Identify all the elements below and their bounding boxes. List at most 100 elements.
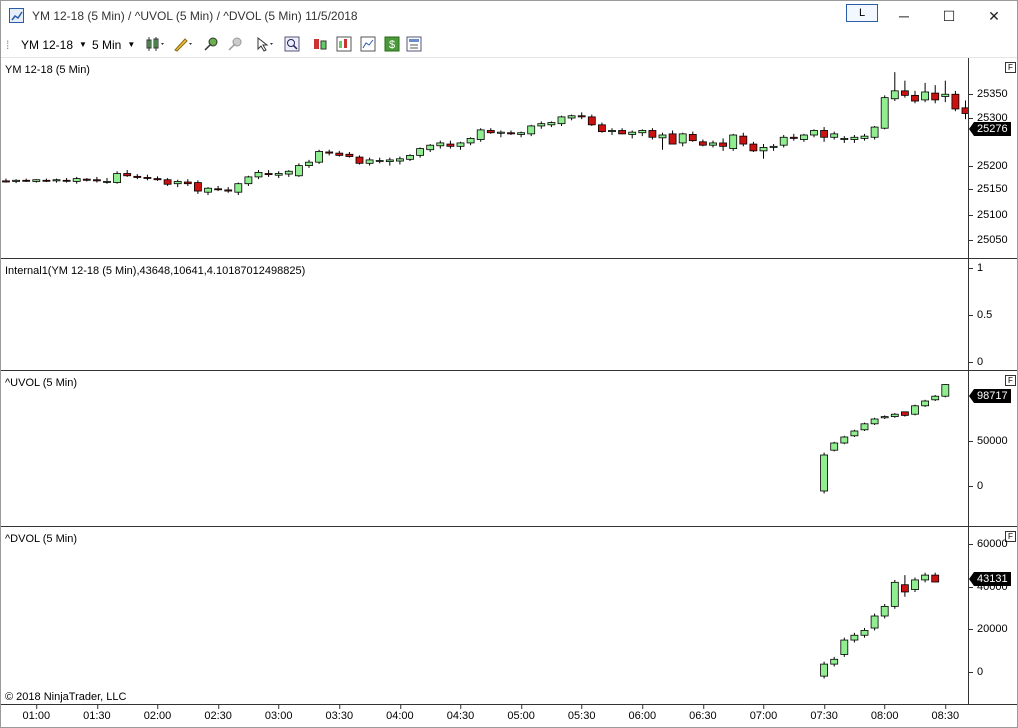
candle — [951, 90, 960, 112]
candle-body — [729, 134, 738, 149]
candle — [315, 149, 324, 164]
candle-body — [2, 180, 10, 183]
candle-body — [870, 615, 879, 629]
candle — [709, 140, 717, 148]
candle — [870, 125, 879, 140]
candle — [890, 579, 899, 609]
candle-body — [941, 93, 950, 97]
candle-body — [365, 159, 374, 164]
candle-body — [103, 181, 111, 183]
candle — [234, 182, 243, 196]
y-tick-label: 0 — [968, 356, 984, 368]
candle — [507, 130, 515, 136]
candle — [345, 151, 354, 158]
candle — [244, 175, 253, 186]
candle-body — [567, 115, 576, 119]
candle — [12, 179, 21, 184]
candle-body — [12, 179, 21, 182]
candle — [830, 441, 839, 452]
close-button[interactable]: ✕ — [971, 1, 1017, 31]
uvol-axis[interactable]: F 50000 0 98717 — [968, 371, 1017, 527]
candle — [214, 185, 223, 192]
candle — [678, 132, 687, 147]
candle — [860, 133, 869, 141]
candle — [860, 422, 869, 431]
candle — [173, 179, 182, 188]
candle — [880, 95, 889, 130]
candle — [52, 178, 61, 183]
candle-body — [608, 130, 616, 133]
candle-body — [779, 136, 788, 146]
candle-body — [890, 90, 899, 100]
candle-body — [880, 97, 889, 129]
candle — [123, 170, 132, 177]
candle-body — [850, 634, 859, 641]
candle-body — [426, 144, 435, 151]
candle — [446, 140, 455, 149]
candle — [577, 112, 586, 120]
dvol-axis[interactable]: F 60000 40000 20000 0 43131 — [968, 527, 1017, 705]
candle — [466, 137, 475, 146]
candle-body — [133, 175, 142, 178]
x-tick-label: 04:30 — [446, 705, 475, 722]
y-tick-label: 25150 — [969, 183, 1008, 195]
candle-body — [860, 423, 869, 431]
y-tick-label: 25200 — [969, 160, 1008, 172]
candle-body — [82, 178, 91, 181]
candle — [32, 179, 41, 183]
candle — [93, 176, 101, 183]
candle — [62, 178, 71, 183]
candle — [587, 114, 596, 126]
internal-axis[interactable]: 1 0.5 0 — [968, 259, 1017, 371]
candle-body — [173, 181, 182, 185]
candle — [456, 141, 465, 150]
candle — [850, 429, 859, 437]
candle-body — [517, 132, 525, 135]
last-value-marker: 43131 — [969, 572, 1011, 586]
candle — [274, 171, 283, 179]
last-price-marker: 25276 — [969, 122, 1011, 136]
candle-body — [860, 630, 869, 636]
time-axis[interactable]: 01:00 01:30 02:00 02:30 03:00 03:30 04:00 04:30… — [1, 705, 1017, 727]
candle-body — [325, 151, 334, 154]
candle-body — [153, 178, 162, 181]
candle-body — [961, 107, 968, 114]
x-tick-label: 03:30 — [325, 705, 354, 722]
candle — [830, 131, 839, 140]
candle-body — [22, 179, 31, 182]
candle — [850, 632, 859, 643]
candle-body — [688, 134, 697, 142]
candle — [628, 130, 637, 139]
x-tick-label: 01:00 — [22, 705, 51, 722]
candle-body — [264, 173, 273, 176]
candle-body — [406, 154, 414, 160]
last-value-marker: 98717 — [969, 389, 1011, 403]
x-tick-label: 07:00 — [749, 705, 778, 722]
candle — [567, 114, 576, 121]
candle-body — [476, 129, 485, 140]
candle-body — [486, 130, 495, 134]
candle — [880, 415, 889, 419]
f-button[interactable]: F — [1005, 375, 1016, 386]
candle-body — [840, 137, 849, 140]
candle-body — [32, 179, 41, 182]
f-button[interactable]: F — [1005, 62, 1016, 73]
y-tick-label: 0 — [968, 480, 984, 492]
candle-body — [436, 142, 445, 147]
candle — [870, 613, 879, 631]
candle — [880, 603, 889, 619]
candle — [911, 90, 919, 104]
candle — [608, 128, 616, 136]
candle-body — [456, 142, 465, 147]
candle — [699, 139, 707, 147]
candle — [22, 178, 31, 182]
candle-body — [577, 115, 586, 118]
candle — [668, 130, 677, 145]
price-axis[interactable]: F 25350 25300 25250 25200 25150 25100 25… — [968, 58, 1017, 259]
candle-body — [42, 179, 51, 182]
candle — [224, 187, 233, 193]
candle — [355, 155, 364, 165]
candle-body — [890, 413, 899, 418]
candle — [931, 85, 940, 104]
candle-body — [840, 639, 849, 655]
